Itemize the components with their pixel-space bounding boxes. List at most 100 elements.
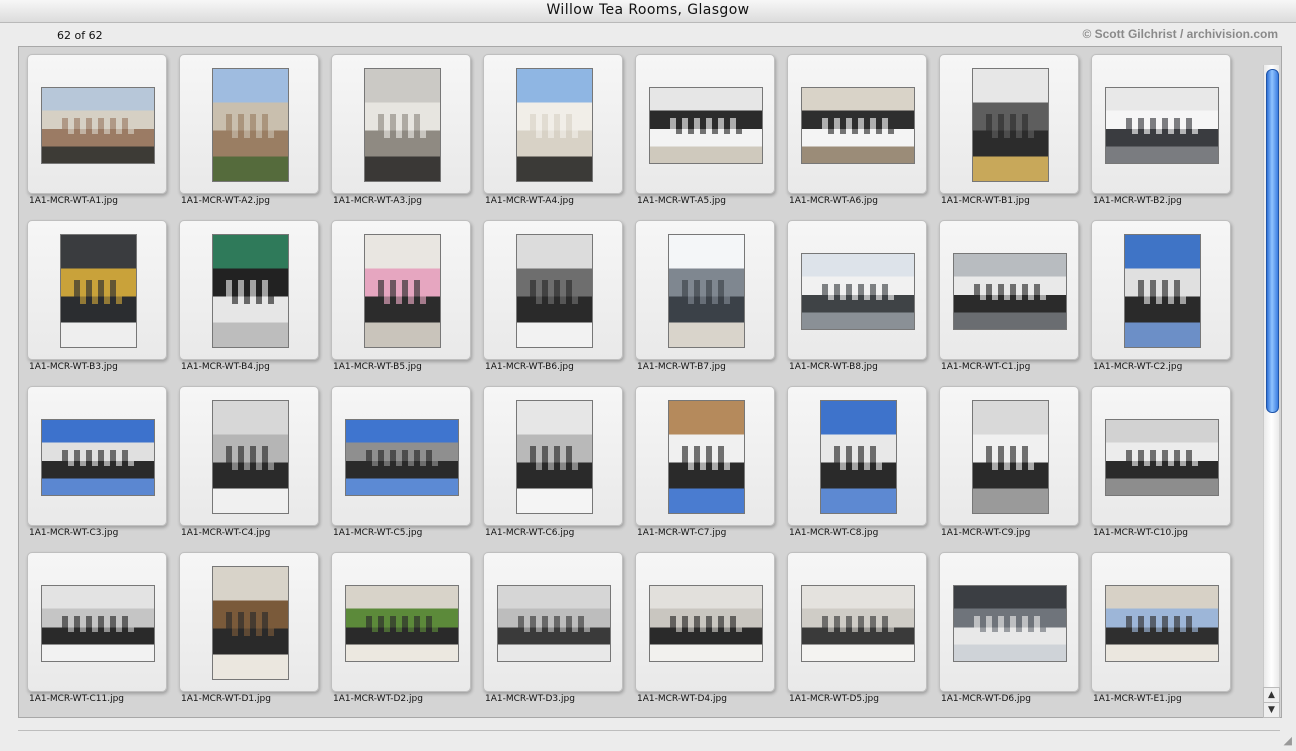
thumbnail-cell[interactable]: 1A1-MCR-WT-C9.jpg <box>933 379 1085 538</box>
thumbnail-card[interactable] <box>483 386 623 526</box>
thumbnail-cell[interactable]: 1A1-MCR-WT-B5.jpg <box>325 213 477 372</box>
thumbnail-cell[interactable]: 1A1-MCR-WT-B2.jpg <box>1085 47 1237 206</box>
thumbnail-image[interactable] <box>59 234 137 348</box>
thumbnail-image[interactable] <box>363 68 441 182</box>
thumbnail-card[interactable] <box>1091 220 1231 360</box>
thumbnail-card[interactable] <box>939 386 1079 526</box>
thumbnail-cell[interactable]: 1A1-MCR-WT-C5.jpg <box>325 379 477 538</box>
thumbnail-image[interactable] <box>211 68 289 182</box>
thumbnail-card[interactable] <box>179 386 319 526</box>
resize-grip-icon[interactable]: ◢ <box>1284 734 1292 747</box>
thumbnail-card[interactable] <box>787 386 927 526</box>
thumbnail-card[interactable] <box>939 54 1079 194</box>
thumbnail-cell[interactable]: 1A1-MCR-WT-C6.jpg <box>477 379 629 538</box>
thumbnail-image[interactable] <box>971 400 1049 514</box>
thumbnail-cell[interactable]: 1A1-MCR-WT-C3.jpg <box>21 379 173 538</box>
thumbnail-card[interactable] <box>939 220 1079 360</box>
thumbnail-cell[interactable]: 1A1-MCR-WT-D6.jpg <box>933 545 1085 704</box>
scrollbar-thumb[interactable] <box>1266 69 1279 413</box>
thumbnail-card[interactable] <box>483 552 623 692</box>
thumbnail-card[interactable] <box>1091 386 1231 526</box>
thumbnail-image[interactable] <box>1105 584 1219 662</box>
thumbnail-cell[interactable]: 1A1-MCR-WT-A3.jpg <box>325 47 477 206</box>
thumbnail-cell[interactable]: 1A1-MCR-WT-D4.jpg <box>629 545 781 704</box>
thumbnail-image[interactable] <box>41 418 155 496</box>
thumbnail-image[interactable] <box>211 234 289 348</box>
thumbnail-image[interactable] <box>41 584 155 662</box>
thumbnail-card[interactable] <box>331 386 471 526</box>
thumbnail-cell[interactable]: 1A1-MCR-WT-C2.jpg <box>1085 213 1237 372</box>
thumbnail-image[interactable] <box>211 400 289 514</box>
thumbnail-image[interactable] <box>515 234 593 348</box>
thumbnail-card[interactable] <box>483 220 623 360</box>
thumbnail-cell[interactable]: 1A1-MCR-WT-A1.jpg <box>21 47 173 206</box>
thumbnail-image[interactable] <box>345 418 459 496</box>
thumbnail-image[interactable] <box>953 252 1067 330</box>
thumbnail-cell[interactable]: 1A1-MCR-WT-B1.jpg <box>933 47 1085 206</box>
thumbnail-cell[interactable]: 1A1-MCR-WT-B6.jpg <box>477 213 629 372</box>
thumbnail-cell[interactable]: 1A1-MCR-WT-D2.jpg <box>325 545 477 704</box>
thumbnail-cell[interactable]: 1A1-MCR-WT-A5.jpg <box>629 47 781 206</box>
thumbnail-image[interactable] <box>515 400 593 514</box>
thumbnail-image[interactable] <box>345 584 459 662</box>
thumbnail-card[interactable] <box>483 54 623 194</box>
scroll-up-icon[interactable]: ▲ <box>1263 687 1280 703</box>
thumbnail-image[interactable] <box>649 584 763 662</box>
thumbnail-card[interactable] <box>179 220 319 360</box>
thumbnail-card[interactable] <box>331 54 471 194</box>
thumbnail-card[interactable] <box>179 54 319 194</box>
thumbnail-card[interactable] <box>635 54 775 194</box>
thumbnail-card[interactable] <box>27 552 167 692</box>
thumbnail-image[interactable] <box>211 566 289 680</box>
vertical-scrollbar[interactable] <box>1263 65 1279 687</box>
thumbnail-cell[interactable]: 1A1-MCR-WT-B3.jpg <box>21 213 173 372</box>
thumbnail-cell[interactable]: 1A1-MCR-WT-A4.jpg <box>477 47 629 206</box>
thumbnail-cell[interactable]: 1A1-MCR-WT-C7.jpg <box>629 379 781 538</box>
thumbnail-card[interactable] <box>27 386 167 526</box>
thumbnail-image[interactable] <box>667 234 745 348</box>
thumbnail-cell[interactable]: 1A1-MCR-WT-B7.jpg <box>629 213 781 372</box>
thumbnail-image[interactable] <box>1123 234 1201 348</box>
thumbnail-cell[interactable]: 1A1-MCR-WT-B4.jpg <box>173 213 325 372</box>
thumbnail-cell[interactable]: 1A1-MCR-WT-D3.jpg <box>477 545 629 704</box>
thumbnail-card[interactable] <box>27 220 167 360</box>
thumbnail-card[interactable] <box>1091 54 1231 194</box>
thumbnail-image[interactable] <box>1105 86 1219 164</box>
thumbnail-cell[interactable]: 1A1-MCR-WT-B8.jpg <box>781 213 933 372</box>
thumbnail-image[interactable] <box>363 234 441 348</box>
thumbnail-image[interactable] <box>41 86 155 164</box>
thumbnail-card[interactable] <box>787 552 927 692</box>
thumbnail-image[interactable] <box>801 86 915 164</box>
thumbnail-card[interactable] <box>635 552 775 692</box>
thumbnail-cell[interactable]: 1A1-MCR-WT-E1.jpg <box>1085 545 1237 704</box>
thumbnail-image[interactable] <box>801 252 915 330</box>
thumbnail-image[interactable] <box>953 584 1067 662</box>
thumbnail-card[interactable] <box>1091 552 1231 692</box>
thumbnail-image[interactable] <box>801 584 915 662</box>
thumbnail-image[interactable] <box>971 68 1049 182</box>
thumbnail-cell[interactable]: 1A1-MCR-WT-C4.jpg <box>173 379 325 538</box>
thumbnail-cell[interactable]: 1A1-MCR-WT-D5.jpg <box>781 545 933 704</box>
thumbnail-card[interactable] <box>787 220 927 360</box>
thumbnail-cell[interactable]: 1A1-MCR-WT-A6.jpg <box>781 47 933 206</box>
thumbnail-card[interactable] <box>635 386 775 526</box>
thumbnail-cell[interactable]: 1A1-MCR-WT-C11.jpg <box>21 545 173 704</box>
thumbnail-image[interactable] <box>1105 418 1219 496</box>
thumbnail-cell[interactable]: 1A1-MCR-WT-D1.jpg <box>173 545 325 704</box>
thumbnail-image[interactable] <box>819 400 897 514</box>
thumbnail-card[interactable] <box>331 552 471 692</box>
thumbnail-cell[interactable]: 1A1-MCR-WT-C8.jpg <box>781 379 933 538</box>
thumbnail-card[interactable] <box>787 54 927 194</box>
scroll-down-icon[interactable]: ▼ <box>1263 702 1280 718</box>
thumbnail-card[interactable] <box>331 220 471 360</box>
thumbnail-image[interactable] <box>649 86 763 164</box>
thumbnail-cell[interactable]: 1A1-MCR-WT-C1.jpg <box>933 213 1085 372</box>
thumbnail-card[interactable] <box>27 54 167 194</box>
thumbnail-card[interactable] <box>635 220 775 360</box>
thumbnail-cell[interactable]: 1A1-MCR-WT-C10.jpg <box>1085 379 1237 538</box>
thumbnail-image[interactable] <box>497 584 611 662</box>
thumbnail-image[interactable] <box>667 400 745 514</box>
thumbnail-card[interactable] <box>939 552 1079 692</box>
thumbnail-card[interactable] <box>179 552 319 692</box>
thumbnail-cell[interactable]: 1A1-MCR-WT-A2.jpg <box>173 47 325 206</box>
